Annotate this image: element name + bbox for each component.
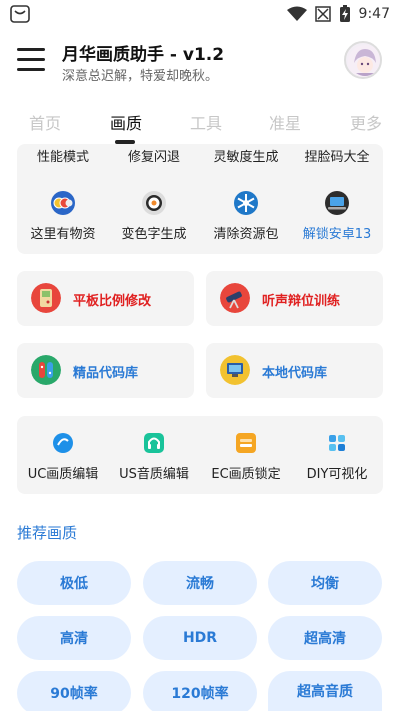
premium-code-card[interactable]: 精品代码库: [17, 343, 194, 398]
premium-code-label: 精品代码库: [73, 366, 139, 381]
tab-crosshair[interactable]: 准星: [269, 110, 301, 134]
grid-item-unlock-android13[interactable]: 解锁安卓13: [303, 223, 372, 242]
quality-pill-balanced[interactable]: 均衡: [268, 561, 382, 605]
tab-quality[interactable]: 画质: [110, 110, 142, 134]
grid-item-sensitivity[interactable]: 灵敏度生成: [213, 146, 278, 165]
grid-item-color-text[interactable]: 变色字生成: [121, 223, 186, 242]
laptop-icon: [325, 191, 349, 215]
clock-time: 9:47: [358, 6, 390, 22]
status-bar: 9:47: [0, 0, 400, 28]
grid-item-uc-editor[interactable]: UC画质编辑: [28, 463, 99, 482]
tablet-ratio-card[interactable]: 平板比例修改: [17, 271, 194, 326]
sushi-icon: [142, 191, 166, 215]
battery-charging-icon: [339, 5, 350, 22]
gameboy-icon: [31, 283, 61, 313]
grid-item-clear-resources[interactable]: 清除资源包: [213, 223, 278, 242]
grid-item-ec-lock[interactable]: EC画质锁定: [211, 463, 280, 482]
editor-grid-card: UC画质编辑 US音质编辑 EC画质锁定 DIY可视化: [17, 416, 383, 494]
layers-icon: [236, 433, 256, 453]
quality-pill-very-low[interactable]: 极低: [17, 561, 131, 605]
section-title-recommended: 推荐画质: [17, 524, 78, 542]
uc-icon: [53, 433, 73, 453]
local-code-card[interactable]: 本地代码库: [206, 343, 383, 398]
quality-pill-90fps[interactable]: 90帧率: [17, 671, 131, 711]
telescope-icon: [220, 283, 250, 313]
tablet-ratio-label: 平板比例修改: [73, 294, 152, 309]
quality-pill-ultra-audio[interactable]: 超高音质: [268, 671, 382, 711]
grid-item-performance-mode[interactable]: 性能模式: [37, 146, 89, 165]
app-notification-icon: [10, 5, 30, 23]
switch-console-icon: [31, 355, 61, 385]
diy-icon: [329, 435, 345, 451]
app-subtitle: 深意总迟解，特爱却晚秋。: [62, 69, 219, 84]
headset-icon: [144, 433, 164, 453]
tab-bar: 首页 画质 工具 准星 更多: [0, 100, 400, 144]
sound-training-label: 听声辩位训练: [262, 294, 341, 309]
wifi-icon: [286, 6, 307, 21]
coins-icon: [51, 191, 75, 215]
app-header: 月华画质助手 - v1.2 深意总迟解，特爱却晚秋。: [0, 28, 400, 94]
quality-pill-120fps[interactable]: 120帧率: [143, 671, 257, 711]
grid-item-supplies[interactable]: 这里有物资: [30, 223, 95, 242]
no-signal-icon: [314, 6, 331, 22]
menu-icon[interactable]: [17, 48, 45, 72]
quality-pill-hd[interactable]: 高清: [17, 616, 131, 660]
tools-grid-card: 性能模式 修复闪退 灵敏度生成 捏脸码大全 这里有物资 变色字生成 清除资源包 …: [17, 144, 383, 254]
local-code-label: 本地代码库: [262, 366, 328, 381]
tab-tools[interactable]: 工具: [190, 110, 222, 134]
grid-item-face-codes[interactable]: 捏脸码大全: [304, 146, 369, 165]
grid-item-diy-visual[interactable]: DIY可视化: [307, 463, 368, 482]
sound-training-card[interactable]: 听声辩位训练: [206, 271, 383, 326]
quality-pill-hdr[interactable]: HDR: [143, 616, 257, 660]
tab-more[interactable]: 更多: [350, 110, 382, 134]
computer-icon: [220, 355, 250, 385]
quality-pill-ultra-hd[interactable]: 超高清: [268, 616, 382, 660]
grid-item-fix-crash[interactable]: 修复闪退: [128, 146, 180, 165]
app-title: 月华画质助手 - v1.2: [62, 45, 225, 65]
snowflake-icon: [234, 191, 258, 215]
grid-item-us-editor[interactable]: US音质编辑: [119, 463, 189, 482]
quality-pill-smooth[interactable]: 流畅: [143, 561, 257, 605]
tab-home[interactable]: 首页: [29, 110, 61, 134]
avatar[interactable]: [344, 41, 382, 79]
